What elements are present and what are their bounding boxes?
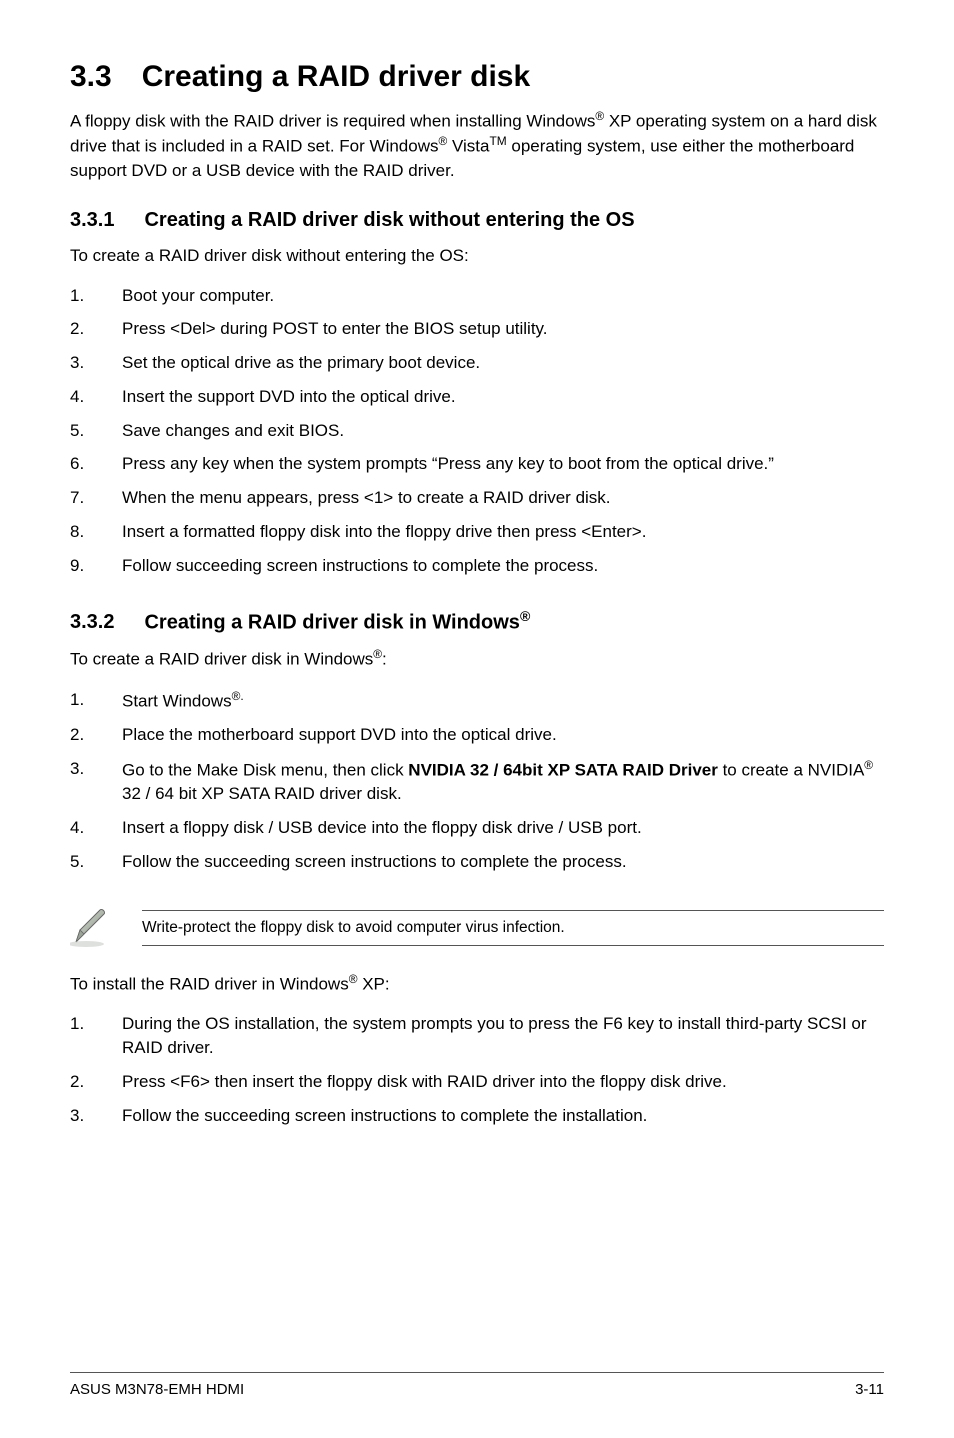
note-box: Write-protect the floppy disk to avoid c… xyxy=(70,904,884,953)
section-heading: 3.3 Creating a RAID driver disk xyxy=(70,60,884,94)
list-item: 8. Insert a formatted floppy disk into th… xyxy=(70,520,884,544)
subsection-heading: 3.3.1 Creating a RAID driver disk without… xyxy=(70,209,884,232)
list-item: 4. Insert the support DVD into the optica… xyxy=(70,385,884,409)
ordered-list-2: 1. Start Windows®. 2. Place the motherboar… xyxy=(70,688,884,874)
list-number: 4. xyxy=(70,385,84,409)
list-item: 3. Set the optical drive as the primary b… xyxy=(70,351,884,375)
body-text: To create a RAID driver disk in Windows®… xyxy=(70,646,884,671)
bold-text: NVIDIA 32 / 64bit XP SATA RAID Driver xyxy=(408,761,718,780)
ordered-list-1: 1. Boot your computer. 2. Press <Del> duri… xyxy=(70,284,884,578)
list-number: 1. xyxy=(70,284,84,308)
subsection-heading: 3.3.2 Creating a RAID driver disk in Wind… xyxy=(70,608,884,635)
subsection-title: Creating a RAID driver disk in Windows xyxy=(144,611,519,633)
list-number: 3. xyxy=(70,1104,84,1128)
list-text: Insert the support DVD into the optical … xyxy=(122,387,456,406)
list-item: 3. Go to the Make Disk menu, then click N… xyxy=(70,757,884,806)
list-item: 1. During the OS installation, the system… xyxy=(70,1012,884,1060)
list-number: 3. xyxy=(70,351,84,375)
intro-text-3: Vista xyxy=(447,137,489,156)
registered-mark: ® xyxy=(438,134,447,148)
footer-right: 3-11 xyxy=(855,1381,884,1398)
list-text: Follow the succeeding screen instruction… xyxy=(122,852,627,871)
list-text: 32 / 64 bit XP SATA RAID driver disk. xyxy=(122,784,402,803)
body-text-post: : xyxy=(382,650,387,669)
list-number: 3. xyxy=(70,757,84,781)
registered-mark-dot: ®. xyxy=(232,689,244,703)
section-title: Creating a RAID driver disk xyxy=(142,60,530,93)
list-item: 1. Start Windows®. xyxy=(70,688,884,713)
list-item: 1. Boot your computer. xyxy=(70,284,884,308)
list-item: 6. Press any key when the system prompts … xyxy=(70,452,884,476)
intro-text-1: A floppy disk with the RAID driver is re… xyxy=(70,112,595,131)
list-item: 2. Place the motherboard support DVD into… xyxy=(70,723,884,747)
list-number: 9. xyxy=(70,554,84,578)
list-text: Follow the succeeding screen instruction… xyxy=(122,1106,647,1125)
list-text: Insert a floppy disk / USB device into t… xyxy=(122,818,642,837)
subsection-number: 3.3.1 xyxy=(70,209,114,232)
list-text: Insert a formatted floppy disk into the … xyxy=(122,522,646,541)
list-number: 2. xyxy=(70,723,84,747)
note-text: Write-protect the floppy disk to avoid c… xyxy=(142,910,884,946)
list-text: Press any key when the system prompts “P… xyxy=(122,454,774,473)
registered-mark: ® xyxy=(864,758,873,772)
list-text: Press <Del> during POST to enter the BIO… xyxy=(122,319,548,338)
intro-paragraph: A floppy disk with the RAID driver is re… xyxy=(70,108,884,183)
footer-left: ASUS M3N78-EMH HDMI xyxy=(70,1381,244,1398)
list-text: to create a NVIDIA xyxy=(718,761,864,780)
list-number: 6. xyxy=(70,452,84,476)
list-text: Boot your computer. xyxy=(122,286,274,305)
list-item: 5. Save changes and exit BIOS. xyxy=(70,419,884,443)
list-number: 2. xyxy=(70,317,84,341)
list-number: 1. xyxy=(70,688,84,712)
list-text: During the OS installation, the system p… xyxy=(122,1014,867,1057)
section-number: 3.3 xyxy=(70,60,112,94)
body-text-post: XP: xyxy=(357,975,389,994)
subsection-number: 3.3.2 xyxy=(70,611,114,634)
list-text: Start Windows xyxy=(122,691,232,710)
list-item: 3. Follow the succeeding screen instructi… xyxy=(70,1104,884,1128)
list-item: 2. Press <Del> during POST to enter the B… xyxy=(70,317,884,341)
list-text: Go to the Make Disk menu, then click xyxy=(122,761,408,780)
list-item: 7. When the menu appears, press <1> to cr… xyxy=(70,486,884,510)
list-number: 8. xyxy=(70,520,84,544)
list-text: Set the optical drive as the primary boo… xyxy=(122,353,480,372)
list-item: 4. Insert a floppy disk / USB device into… xyxy=(70,816,884,840)
list-item: 5. Follow the succeeding screen instructi… xyxy=(70,850,884,874)
list-text: When the menu appears, press <1> to crea… xyxy=(122,488,611,507)
body-text: To install the RAID driver in Windows® X… xyxy=(70,971,884,996)
list-text: Follow succeeding screen instructions to… xyxy=(122,556,598,575)
list-item: 9. Follow succeeding screen instructions … xyxy=(70,554,884,578)
body-text-pre: To create a RAID driver disk in Windows xyxy=(70,650,373,669)
registered-mark: ® xyxy=(520,608,530,624)
pencil-icon xyxy=(70,904,114,953)
list-item: 2. Press <F6> then insert the floppy disk… xyxy=(70,1070,884,1094)
body-text-pre: To install the RAID driver in Windows xyxy=(70,975,349,994)
list-number: 7. xyxy=(70,486,84,510)
registered-mark: ® xyxy=(595,109,604,123)
registered-mark: ® xyxy=(373,647,382,661)
ordered-list-3: 1. During the OS installation, the system… xyxy=(70,1012,884,1127)
list-number: 2. xyxy=(70,1070,84,1094)
list-number: 5. xyxy=(70,419,84,443)
body-text: To create a RAID driver disk without ent… xyxy=(70,244,884,268)
list-text: Save changes and exit BIOS. xyxy=(122,421,344,440)
trademark-mark: TM xyxy=(489,134,506,148)
page-footer: ASUS M3N78-EMH HDMI 3-11 xyxy=(70,1372,884,1398)
list-number: 4. xyxy=(70,816,84,840)
list-text: Place the motherboard support DVD into t… xyxy=(122,725,557,744)
subsection-title: Creating a RAID driver disk without ente… xyxy=(144,209,634,231)
list-number: 5. xyxy=(70,850,84,874)
list-text: Press <F6> then insert the floppy disk w… xyxy=(122,1072,727,1091)
list-number: 1. xyxy=(70,1012,84,1036)
